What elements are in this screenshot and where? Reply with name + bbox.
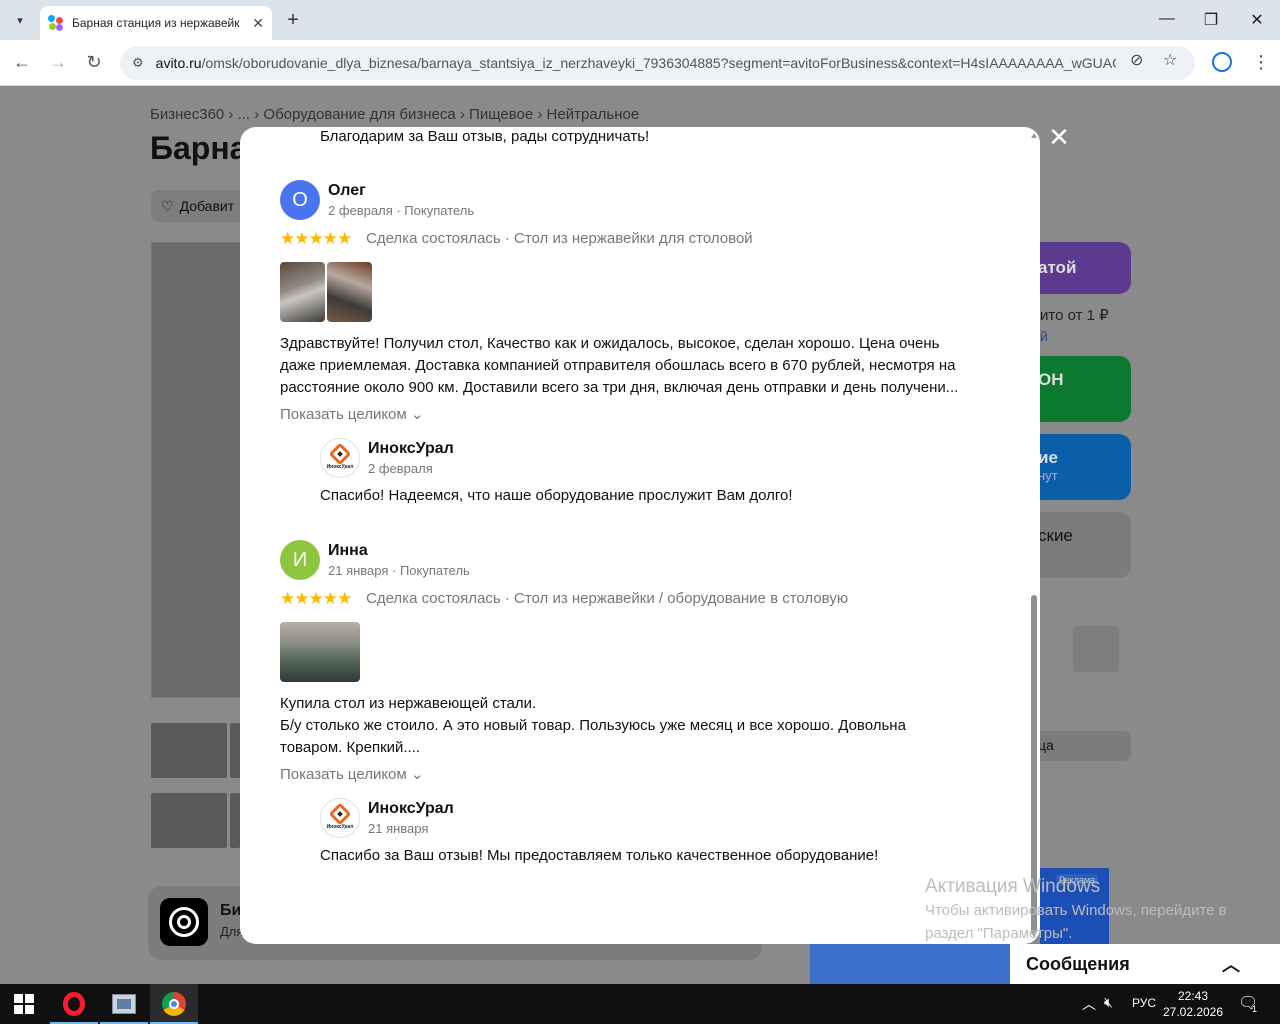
notification-count: 1 [1252, 1004, 1258, 1014]
tab-title: Барная станция из нержавейки [72, 16, 240, 30]
reviewer-name[interactable]: Олег [328, 182, 366, 200]
page-title: Барна [150, 130, 248, 166]
reload-button[interactable]: ↻ [83, 52, 105, 73]
language-indicator[interactable]: РУС [1132, 996, 1156, 1010]
review-deal-info: Сделка состоялась · Стол из нержавейки д… [366, 230, 753, 247]
inoksural-logo-icon [328, 802, 352, 826]
seller-name[interactable]: ИноксУрал [368, 440, 454, 458]
side-field[interactable]: ца [1030, 731, 1131, 761]
windows-taskbar: ︿ 🔇︎ РУС 22:43 27.02.2026 🗨︎ 1 [0, 984, 1280, 1024]
browser-menu-icon[interactable]: ⋮ [1252, 52, 1270, 73]
opera-icon[interactable] [50, 984, 98, 1024]
review-photo[interactable] [327, 262, 372, 322]
browser-tab-bar: ▾ Барная станция из нержавейки ✕ + — ❐ ✕ [0, 0, 1280, 40]
taskbar-clock[interactable]: 22:43 27.02.2026 [1160, 988, 1226, 1020]
business360-logo-icon [160, 898, 208, 946]
product-thumbnail[interactable] [230, 723, 240, 778]
browser-tab-active[interactable]: Барная станция из нержавейки ✕ [40, 6, 272, 40]
seller-reply-text: Благодарим за Ваш отзыв, рады сотруднича… [320, 128, 650, 145]
profile-icon[interactable] [1212, 52, 1232, 72]
seller-reply-text: Спасибо! Надеемся, что наше оборудование… [320, 487, 793, 504]
rating-stars: ★★★★★ [280, 229, 352, 248]
rating-stars: ★★★★★ [280, 589, 352, 608]
back-button[interactable]: ← [11, 52, 33, 73]
reviewer-name[interactable]: Инна [328, 542, 368, 560]
review-photo[interactable] [280, 622, 360, 682]
reviewer-avatar[interactable]: И [280, 540, 320, 580]
new-tab-button[interactable]: + [282, 9, 304, 32]
modal-close-icon[interactable]: ✕ [1046, 124, 1072, 150]
show-full-review-button[interactable]: Показать целиком ⌄ [280, 405, 423, 423]
write-message-button[interactable]: ие нут [1030, 434, 1131, 500]
side-option-button[interactable]: ские [1030, 512, 1131, 578]
site-info-icon[interactable]: ⚙ [132, 55, 144, 71]
price-note: ито от 1 ₽ [1040, 307, 1109, 324]
bookmark-star-icon[interactable]: ☆ [1163, 50, 1177, 70]
reply-date: 21 января [368, 821, 429, 836]
review-deal-info: Сделка состоялась · Стол из нержавейки /… [366, 590, 849, 607]
ad-banner-bottom[interactable] [810, 944, 1010, 984]
show-phone-button[interactable]: ОН [1030, 356, 1131, 422]
review-text: Купила стол из нержавеющей стали. Б/у ст… [280, 695, 906, 756]
review-meta: 2 февраля · Покупатель [328, 203, 475, 218]
chrome-icon[interactable] [150, 984, 198, 1024]
product-thumbnail[interactable] [151, 723, 227, 778]
add-favorite-button[interactable]: ♡ Добавит [151, 190, 251, 222]
pay-online-button[interactable]: атой [1030, 242, 1131, 294]
windows-start-icon[interactable] [14, 994, 34, 1014]
product-thumbnail[interactable] [230, 793, 240, 848]
reviews-modal: Благодарим за Ваш отзыв, рады сотруднича… [240, 127, 1040, 944]
tray-chevron-up-icon[interactable]: ︿ [1082, 994, 1096, 1014]
seller-avatar[interactable] [1073, 626, 1119, 672]
product-thumbnail[interactable] [151, 793, 227, 848]
heart-icon: ♡ [161, 197, 174, 214]
windows-activation-watermark: Активация Windows Чтобы активировать Win… [925, 876, 1227, 942]
tab-close-icon[interactable]: ✕ [252, 15, 264, 32]
minimize-button[interactable]: — [1157, 10, 1177, 28]
file-explorer-icon[interactable] [100, 984, 148, 1024]
product-main-photo[interactable] [151, 242, 251, 698]
avito-favicon-icon [48, 15, 64, 31]
forward-button[interactable]: → [47, 52, 69, 73]
seller-name[interactable]: ИноксУрал [368, 800, 454, 818]
review-photo[interactable] [280, 262, 325, 322]
browser-toolbar: ← → ↻ ⚙ avito.ru/omsk/oborudovanie_dlya_… [0, 40, 1280, 86]
messages-panel[interactable]: Сообщения ︿ [1010, 944, 1280, 984]
address-bar[interactable]: ⚙ avito.ru/omsk/oborudovanie_dlya_biznes… [120, 46, 1195, 80]
chevron-up-icon[interactable]: ︿ [1222, 951, 1240, 977]
eye-off-icon[interactable]: ⊘ [1130, 50, 1143, 70]
price-link[interactable]: й [1040, 328, 1048, 344]
inoksural-logo-icon [328, 442, 352, 466]
review-text: Здравствуйте! Получил стол, Качество как… [280, 335, 959, 396]
window-close-button[interactable]: ✕ [1247, 10, 1267, 30]
seller-logo[interactable]: ИноксУрал [320, 798, 360, 838]
restore-button[interactable]: ❐ [1201, 10, 1221, 30]
show-full-review-button[interactable]: Показать целиком ⌄ [280, 765, 423, 783]
volume-muted-icon[interactable]: 🔇︎ [1104, 994, 1113, 1011]
tab-search-button[interactable]: ▾ [8, 8, 32, 32]
reviewer-avatar[interactable]: О [280, 180, 320, 220]
url-text: avito.ru/omsk/oborudovanie_dlya_biznesa/… [155, 55, 1116, 71]
modal-scrollbar[interactable] [1030, 131, 1038, 939]
reply-date: 2 февраля [368, 461, 433, 476]
breadcrumb[interactable]: Бизнес360 › ... › Оборудование для бизне… [150, 106, 639, 123]
review-meta: 21 января · Покупатель [328, 563, 470, 578]
seller-reply-text: Спасибо за Ваш отзыв! Мы предоставляем т… [320, 847, 879, 864]
scroll-up-arrow-icon[interactable] [1031, 133, 1037, 138]
seller-logo[interactable]: ИноксУрал [320, 438, 360, 478]
